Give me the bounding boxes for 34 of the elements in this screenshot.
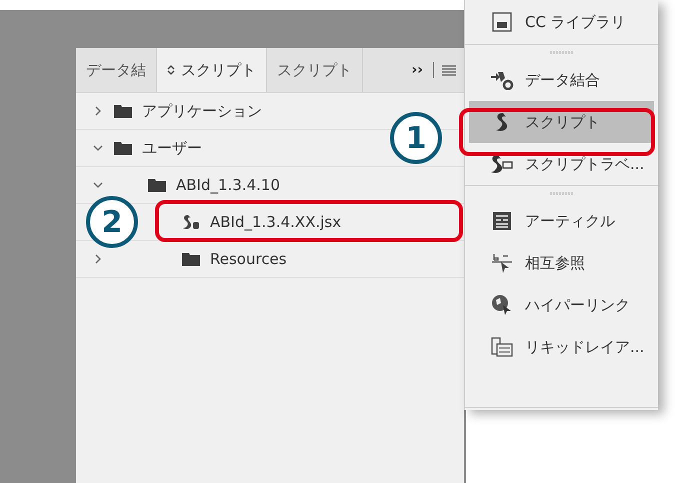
- folder-icon: [148, 178, 166, 192]
- overflow-button[interactable]: ››: [409, 62, 425, 78]
- script-label-icon: [491, 154, 513, 174]
- library-icon: [492, 12, 512, 32]
- script-icon: [496, 112, 508, 132]
- menu-item[interactable]: データ結合: [469, 59, 654, 101]
- script-icon: [182, 214, 200, 230]
- menu-icon[interactable]: [442, 64, 456, 76]
- tree-item-label[interactable]: アプリケーション: [142, 102, 262, 120]
- menu-item[interactable]: スクリプトラベ...: [469, 143, 654, 185]
- folder-icon: [114, 104, 132, 118]
- tree-item-label[interactable]: ABId_1.3.4.10: [176, 176, 280, 194]
- menu-item[interactable]: リキッドレイア...: [469, 326, 654, 368]
- chevron-down-icon[interactable]: [93, 180, 103, 190]
- chevron-down-icon[interactable]: [93, 143, 103, 153]
- grip-icon: [550, 192, 574, 194]
- menu-item[interactable]: CC ライブラリ: [469, 0, 654, 44]
- article-icon: [492, 211, 512, 231]
- chevron-right-icon[interactable]: [93, 106, 103, 116]
- panel-tab[interactable]: スクリプト: [157, 48, 267, 92]
- chevron-right-icon[interactable]: [93, 254, 103, 264]
- cross-reference-icon: [491, 252, 513, 274]
- menu-item[interactable]: 相互参照: [469, 242, 654, 284]
- merge-gear-icon: [490, 70, 514, 90]
- folder-icon: [114, 141, 132, 155]
- folder-icon: [182, 252, 200, 266]
- liquid-layout-icon: [491, 337, 513, 357]
- menu-item[interactable]: アーティクル: [469, 200, 654, 242]
- tree-item-label[interactable]: ユーザー: [142, 138, 202, 158]
- globe-cursor-icon: [491, 294, 513, 316]
- tree-item-label[interactable]: Resources: [210, 250, 287, 268]
- tree-item-label[interactable]: ABId_1.3.4.XX.jsx: [210, 213, 342, 231]
- grip-icon: [550, 50, 574, 54]
- menu-item[interactable]: ハイパーリンク: [469, 284, 654, 326]
